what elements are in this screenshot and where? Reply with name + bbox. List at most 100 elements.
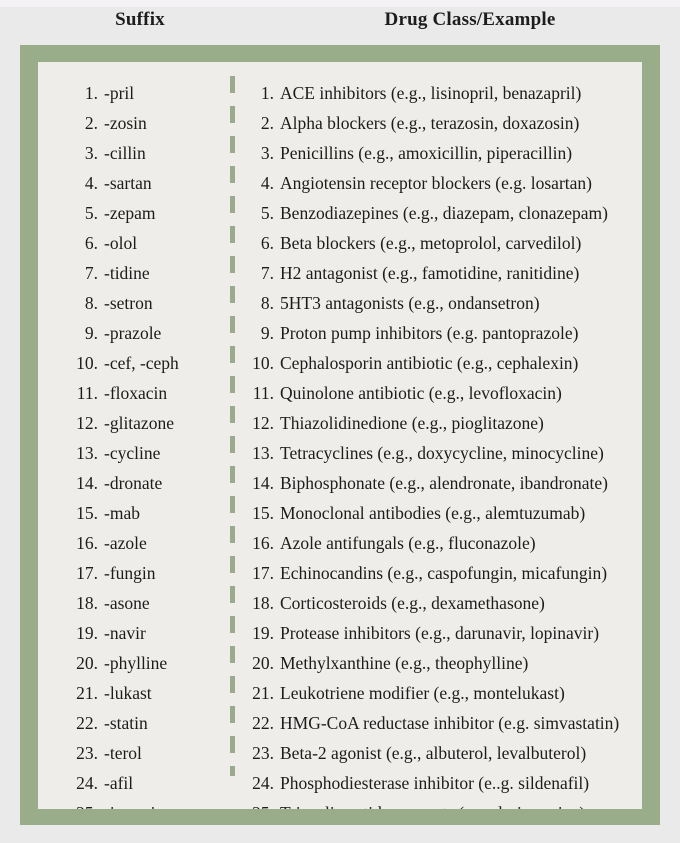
drug-class-cell: 5. Benzodiazepines (e.g., diazepam, clona…: [246, 198, 636, 228]
suffix-text: -floxacin: [104, 383, 168, 403]
drug-class-text: Methylxanthine (e.g., theophylline): [280, 653, 529, 673]
row-number: 20.: [252, 653, 274, 673]
table-row: 22. -statin 22. HMG-CoA reductase inhibitor…: [38, 708, 642, 738]
row-number: 24.: [252, 773, 274, 793]
row-number: 13.: [252, 443, 274, 463]
drug-class-cell: 25. Tricyclic antidepressants (e.g. desip…: [246, 798, 636, 809]
row-number: 16.: [76, 533, 98, 553]
drug-class-text: Angiotensin receptor blockers (e.g. losa…: [280, 173, 592, 193]
drug-class-cell: 2. Alpha blockers (e.g., terazosin, doxaz…: [246, 108, 636, 138]
suffix-cell: 7. -tidine: [70, 258, 230, 288]
column-header-drug-class: Drug Class/Example: [384, 9, 556, 30]
drug-class-text: Echinocandins (e.g., caspofungin, micafu…: [280, 563, 608, 583]
drug-class-cell: 21. Leukotriene modifier (e.g., monteluka…: [246, 678, 636, 708]
drug-class-text: Proton pump inhibitors (e.g. pantoprazol…: [280, 323, 579, 343]
suffix-text: -prazole: [104, 323, 162, 343]
row-number: 10.: [252, 353, 274, 373]
suffix-cell: 15. -mab: [70, 498, 230, 528]
drug-class-cell: 15. Monoclonal antibodies (e.g., alemtuzu…: [246, 498, 636, 528]
suffix-text: -terol: [104, 743, 142, 763]
row-number: 4.: [84, 173, 98, 193]
table-panel: 1. -pril 1. ACE inhibitors (e.g., lisinopri…: [38, 62, 642, 809]
column-header-suffix: Suffix: [115, 9, 165, 30]
row-number: 2.: [84, 113, 98, 133]
drug-class-text: Penicillins (e.g., amoxicillin, piperaci…: [280, 143, 573, 163]
drug-class-text: Tetracyclines (e.g., doxycycline, minocy…: [280, 443, 604, 463]
row-number: 18.: [252, 593, 274, 613]
drug-class-text: Beta blockers (e.g., metoprolol, carvedi…: [280, 233, 582, 253]
suffix-cell: 24. -afil: [70, 768, 230, 798]
drug-class-cell: 14. Biphosphonate (e.g., alendronate, iba…: [246, 468, 636, 498]
suffix-text: -fungin: [104, 563, 156, 583]
drug-class-cell: 19. Protease inhibitors (e.g., darunavir,…: [246, 618, 636, 648]
table-row: 16. -azole 16. Azole antifungals (e.g., flu…: [38, 528, 642, 558]
table-row: 21. -lukast 21. Leukotriene modifier (e.g.,…: [38, 678, 642, 708]
suffix-text: -ipramine: [104, 803, 172, 809]
suffix-cell: 6. -olol: [70, 228, 230, 258]
row-number: 18.: [76, 593, 98, 613]
table-row: 24. -afil 24. Phosphodiesterase inhibitor (…: [38, 768, 642, 798]
table-row: 10. -cef, -ceph 10. Cephalosporin antibioti…: [38, 348, 642, 378]
table-row: 1. -pril 1. ACE inhibitors (e.g., lisinopri…: [38, 78, 642, 108]
suffix-cell: 12. -glitazone: [70, 408, 230, 438]
row-number: 1.: [84, 83, 98, 103]
drug-class-text: Biphosphonate (e.g., alendronate, ibandr…: [280, 473, 609, 493]
row-number: 10.: [76, 353, 98, 373]
row-number: 8.: [260, 293, 274, 313]
drug-class-cell: 4. Angiotensin receptor blockers (e.g. lo…: [246, 168, 636, 198]
table-row: 17. -fungin 17. Echinocandins (e.g., caspof…: [38, 558, 642, 588]
suffix-cell: 3. -cillin: [70, 138, 230, 168]
suffix-cell: 9. -prazole: [70, 318, 230, 348]
suffix-cell: 4. -sartan: [70, 168, 230, 198]
top-edge-strip: [0, 0, 680, 7]
suffix-text: -sartan: [104, 173, 152, 193]
suffix-text: -lukast: [104, 683, 152, 703]
row-number: 14.: [76, 473, 98, 493]
suffix-cell: 10. -cef, -ceph: [70, 348, 230, 378]
table-row: 18. -asone 18. Corticosteroids (e.g., dexam…: [38, 588, 642, 618]
row-number: 9.: [260, 323, 274, 343]
suffix-cell: 19. -navir: [70, 618, 230, 648]
row-number: 6.: [260, 233, 274, 253]
row-number: 22.: [252, 713, 274, 733]
drug-class-cell: 11. Quinolone antibiotic (e.g., levofloxa…: [246, 378, 636, 408]
row-number: 23.: [76, 743, 98, 763]
drug-class-cell: 24. Phosphodiesterase inhibitor (e..g. si…: [246, 768, 636, 798]
drug-class-text: 5HT3 antagonists (e.g., ondansetron): [280, 293, 540, 313]
suffix-cell: 11. -floxacin: [70, 378, 230, 408]
suffix-cell: 16. -azole: [70, 528, 230, 558]
suffix-text: -azole: [104, 533, 147, 553]
row-number: 13.: [76, 443, 98, 463]
table-row: 6. -olol 6. Beta blockers (e.g., metoprolol…: [38, 228, 642, 258]
drug-class-text: Alpha blockers (e.g., terazosin, doxazos…: [280, 113, 580, 133]
row-number: 8.: [84, 293, 98, 313]
table-header-row: Suffix Drug Class/Example: [0, 9, 680, 45]
suffix-cell: 5. -zepam: [70, 198, 230, 228]
drug-class-text: Leukotriene modifier (e.g., montelukast): [280, 683, 565, 703]
drug-class-cell: 10. Cephalosporin antibiotic (e.g., cepha…: [246, 348, 636, 378]
table-row: 5. -zepam 5. Benzodiazepines (e.g., diazepa…: [38, 198, 642, 228]
row-number: 11.: [252, 383, 274, 403]
suffix-text: -mab: [104, 503, 140, 523]
row-number: 7.: [84, 263, 98, 283]
row-number: 23.: [252, 743, 274, 763]
row-number: 3.: [260, 143, 274, 163]
table-row: 3. -cillin 3. Penicillins (e.g., amoxicilli…: [38, 138, 642, 168]
drug-class-cell: 6. Beta blockers (e.g., metoprolol, carve…: [246, 228, 636, 258]
row-number: 5.: [260, 203, 274, 223]
suffix-text: -phylline: [104, 653, 168, 673]
row-number: 14.: [252, 473, 274, 493]
drug-class-text: Cephalosporin antibiotic (e.g., cephalex…: [280, 353, 579, 373]
drug-class-text: Benzodiazepines (e.g., diazepam, clonaze…: [280, 203, 608, 223]
table-row: 19. -navir 19. Protease inhibitors (e.g., d…: [38, 618, 642, 648]
suffix-cell: 23. -terol: [70, 738, 230, 768]
drug-class-text: Protease inhibitors (e.g., darunavir, lo…: [280, 623, 600, 643]
row-number: 16.: [252, 533, 274, 553]
row-number: 15.: [76, 503, 98, 523]
table-row: 7. -tidine 7. H2 antagonist (e.g., famotidi…: [38, 258, 642, 288]
row-number: 19.: [76, 623, 98, 643]
drug-class-text: HMG-CoA reductase inhibitor (e.g. simvas…: [280, 713, 620, 733]
row-number: 22.: [76, 713, 98, 733]
suffix-text: -olol: [104, 233, 138, 253]
row-number: 2.: [260, 113, 274, 133]
